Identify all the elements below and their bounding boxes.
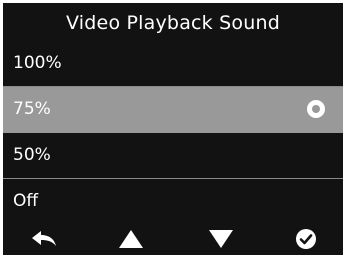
device-screen: Video Playback Sound 100% 75% 50% Off <box>3 3 343 255</box>
down-arrow-icon <box>209 230 233 248</box>
confirm-button[interactable] <box>286 223 326 255</box>
back-icon <box>32 231 56 246</box>
selected-radio-icon <box>307 100 325 118</box>
up-button[interactable] <box>111 223 151 255</box>
option-75-percent[interactable]: 75% <box>3 87 343 133</box>
option-label: Off <box>13 191 39 211</box>
up-arrow-icon <box>119 230 143 248</box>
screen-title: Video Playback Sound <box>66 12 280 34</box>
volume-options-list: 100% 75% 50% Off <box>3 41 343 225</box>
option-100-percent[interactable]: 100% <box>3 41 343 87</box>
down-button[interactable] <box>201 223 241 255</box>
option-50-percent[interactable]: 50% <box>3 133 343 179</box>
option-off[interactable]: Off <box>3 179 343 225</box>
option-label: 100% <box>13 53 62 73</box>
confirm-check-icon <box>296 229 316 249</box>
option-label: 50% <box>13 145 51 165</box>
back-button[interactable] <box>24 223 64 255</box>
navigation-bar <box>3 223 343 255</box>
option-label: 75% <box>13 99 51 119</box>
